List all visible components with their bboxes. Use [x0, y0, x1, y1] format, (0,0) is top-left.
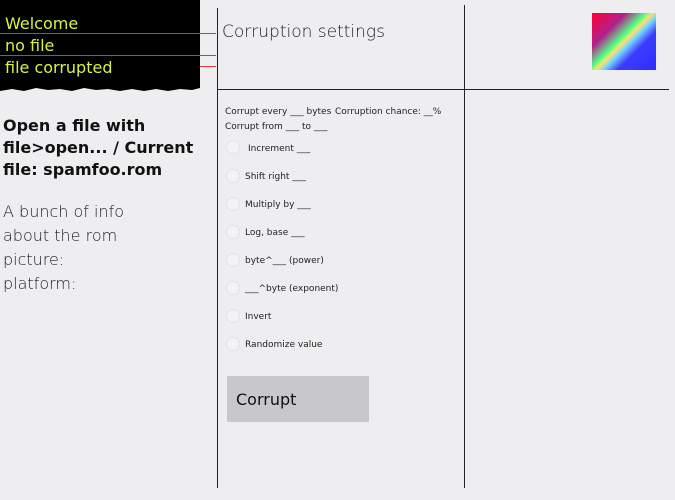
option-exponent-label[interactable]: ___^byte (exponent)	[245, 284, 338, 294]
corrupt-every-field[interactable]: Corrupt every ___ bytes	[225, 107, 331, 117]
option-shift-right-label[interactable]: Shift right ___	[245, 172, 306, 182]
option-randomize-label[interactable]: Randomize value	[245, 340, 322, 350]
info-platform-label: platform:	[3, 274, 77, 293]
annotation-line	[200, 66, 216, 67]
option-increment-label[interactable]: Increment ___	[248, 144, 310, 154]
radio-power[interactable]	[226, 253, 240, 267]
settings-title: Corruption settings	[222, 22, 385, 42]
info-picture-label: picture:	[3, 250, 65, 269]
column-divider	[464, 5, 465, 488]
radio-exponent[interactable]	[226, 281, 240, 295]
console-panel: Welcome no file file corrupted	[0, 0, 200, 91]
radio-increment[interactable]	[226, 140, 240, 154]
corrupt-range-field[interactable]: Corrupt from ___ to ___	[225, 122, 327, 132]
rom-picture	[592, 13, 656, 70]
info-line: A bunch of info	[3, 202, 125, 221]
radio-randomize[interactable]	[226, 337, 240, 351]
info-line: about the rom	[3, 226, 118, 245]
radio-multiply[interactable]	[226, 197, 240, 211]
annotation-line	[0, 55, 216, 56]
radio-invert[interactable]	[226, 309, 240, 323]
column-divider	[217, 8, 218, 488]
corruption-chance-field[interactable]: Corruption chance: __%	[335, 107, 441, 117]
option-invert-label[interactable]: Invert	[245, 312, 271, 322]
corrupt-button[interactable]: Corrupt	[227, 376, 369, 422]
header-divider	[217, 89, 669, 90]
option-log-label[interactable]: Log, base ___	[245, 228, 305, 238]
radio-shift-right[interactable]	[226, 169, 240, 183]
console-line-result: file corrupted	[5, 58, 113, 77]
console-line-welcome: Welcome	[5, 14, 79, 33]
radio-log[interactable]	[226, 225, 240, 239]
console-line-status: no file	[5, 36, 55, 55]
open-file-instructions: Open a file with file>open... / Current …	[3, 116, 194, 179]
option-multiply-label[interactable]: Multiply by ___	[245, 200, 311, 210]
option-power-label[interactable]: byte^___ (power)	[245, 256, 324, 266]
annotation-line	[0, 33, 216, 34]
